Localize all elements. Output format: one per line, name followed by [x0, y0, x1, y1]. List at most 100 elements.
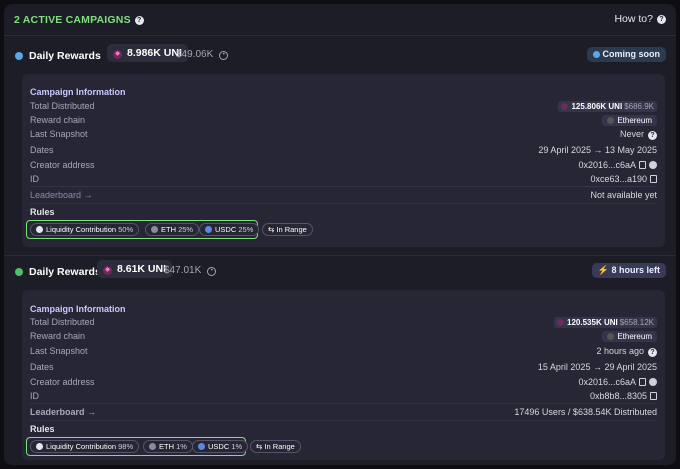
- row-label: Creator address: [30, 160, 95, 170]
- uni-token-icon: ◆: [103, 266, 112, 275]
- info-icon[interactable]: •: [207, 267, 217, 276]
- last-snapshot-value: 2 hours ago?: [596, 346, 657, 357]
- campaigns-header: 2 ACTIVE CAMPAIGNS? How to??: [4, 4, 676, 36]
- rule-chip-liquidity: Liquidity Contribution 50%: [30, 223, 140, 236]
- leaderboard-link[interactable]: Leaderboard →: [30, 190, 93, 200]
- reward-amount: 8.986K UNI: [127, 47, 182, 59]
- section-divider: [4, 255, 676, 256]
- creator-row: Creator address 0x2016...c6aA: [30, 377, 657, 390]
- status-badge: ⚡ 8 hours left: [591, 263, 666, 278]
- copy-icon[interactable]: [650, 175, 657, 183]
- leaderboard-link[interactable]: Leaderboard →: [30, 407, 96, 417]
- leaderboard-value: 17496 Users / $638.54K Distributed: [514, 407, 657, 417]
- creator-address: 0x2016...c6aA: [578, 377, 636, 387]
- rules-title: Rules: [30, 207, 55, 217]
- rule-pct: 25%: [238, 225, 254, 234]
- campaign-header[interactable]: Daily Rewards ◆ 8.986K UNI $49.06K • Comin…: [4, 41, 676, 71]
- rule-pct: 98%: [118, 442, 134, 451]
- rule-label: ETH: [161, 225, 176, 234]
- rules-row: Liquidity Contribution 50% ETH 25% USDC …: [26, 220, 326, 239]
- liquidity-icon: [36, 226, 43, 233]
- id-value: 0xb8b8...8305: [590, 391, 657, 401]
- active-campaigns-label: 2 ACTIVE CAMPAIGNS: [14, 14, 131, 26]
- row-label: Creator address: [30, 377, 95, 387]
- reward-usd: $49.06K: [176, 49, 214, 60]
- campaign-title: Daily Rewards: [29, 50, 101, 62]
- total-distributed-pill: 120.535K UNI $658.12K: [554, 317, 657, 328]
- help-icon[interactable]: ?: [648, 131, 657, 140]
- row-label: Dates: [30, 145, 54, 155]
- campaign-card: Daily Rewards ◆ 8.986K UNI $49.06K • Comin…: [4, 41, 676, 251]
- total-distributed-row: Total Distributed 125.806K UNI $686.9K: [30, 101, 657, 114]
- total-distributed-value: 120.535K UNI $658.12K: [554, 317, 657, 328]
- status-label: Coming soon: [602, 49, 661, 59]
- leaderboard-row: Leaderboard → 17496 Users / $638.54K Dis…: [30, 407, 657, 420]
- in-range-label: In Range: [276, 225, 307, 234]
- reward-amount: 8.61K UNI: [117, 263, 167, 275]
- rule-chip-eth: ETH 1%: [143, 440, 193, 453]
- reward-chain-value: Ethereum: [602, 331, 657, 342]
- leaderboard-row: Leaderboard → Not available yet: [30, 190, 657, 203]
- row-label: Total Distributed: [30, 317, 95, 327]
- how-to-label: How to?: [614, 13, 653, 25]
- row-label: Dates: [30, 362, 54, 372]
- rule-label: USDC: [215, 225, 237, 234]
- help-icon[interactable]: ?: [648, 348, 657, 357]
- last-snapshot: 2 hours ago: [596, 346, 644, 356]
- copy-icon[interactable]: [639, 161, 646, 169]
- campaign-info-panel: Campaign Information Total Distributed 1…: [22, 290, 665, 460]
- uni-token-icon: ◆: [113, 50, 122, 59]
- copy-icon[interactable]: [650, 392, 657, 400]
- campaign-header[interactable]: Daily Rewards ◆ 8.61K UNI $47.01K • ⚡ 8 ho…: [4, 257, 676, 287]
- creator-row: Creator address 0x2016...c6aA: [30, 160, 657, 173]
- leaderboard-value: Not available yet: [590, 190, 657, 200]
- in-range-chip: ⇆ In Range: [262, 223, 313, 236]
- help-icon: ?: [657, 15, 666, 24]
- ethereum-icon: [607, 117, 615, 124]
- rule-chip-liquidity: Liquidity Contribution 98%: [30, 440, 140, 453]
- in-range-label: In Range: [264, 442, 295, 451]
- campaign-info-title: Campaign Information: [30, 87, 126, 97]
- chain-name: Ethereum: [617, 116, 652, 125]
- chain-name: Ethereum: [617, 332, 652, 341]
- creator-value: 0x2016...c6aA: [578, 160, 657, 170]
- total-distributed-amount: 120.535K UNI: [567, 318, 618, 327]
- reward-usd-value: $47.01K •: [164, 265, 217, 276]
- ethereum-icon: [151, 226, 158, 233]
- rule-pct: 1%: [231, 442, 243, 451]
- rules-row: Liquidity Contribution 98% ETH 1% USDC 1…: [26, 437, 326, 456]
- clock-icon: [592, 51, 600, 58]
- info-icon[interactable]: •: [219, 51, 229, 60]
- campaign-dates: 15 April 2025 → 29 April 2025: [537, 362, 657, 372]
- total-distributed-row: Total Distributed 120.535K UNI $658.12K: [30, 317, 657, 330]
- how-to-link[interactable]: How to??: [614, 13, 666, 25]
- last-snapshot: Never: [619, 129, 644, 139]
- status-dot: [15, 52, 23, 60]
- in-range-chip: ⇆ In Range: [250, 440, 301, 453]
- last-snapshot-row: Last Snapshot 2 hours ago?: [30, 346, 657, 359]
- row-label: ID: [30, 391, 39, 401]
- rule-chip-usdc: USDC 1%: [192, 440, 249, 453]
- status-dot: [15, 268, 23, 276]
- usdc-icon: [198, 443, 205, 450]
- total-distributed-pill: 125.806K UNI $686.9K: [558, 101, 657, 112]
- ethereum-icon: [149, 443, 156, 450]
- campaigns-panel: 2 ACTIVE CAMPAIGNS? How to?? Daily Rewar…: [4, 4, 676, 465]
- help-icon[interactable]: ?: [134, 16, 144, 25]
- rule-pct: 25%: [178, 225, 194, 234]
- row-label: ID: [30, 174, 39, 184]
- id-value: 0xce63...a190: [590, 174, 657, 184]
- explorer-icon[interactable]: [649, 378, 657, 386]
- usdc-icon: [205, 226, 212, 233]
- dates-row: Dates 29 April 2025 → 13 May 2025: [30, 145, 657, 158]
- uni-token-icon: [561, 103, 569, 110]
- row-label: Last Snapshot: [30, 346, 88, 356]
- divider: [30, 203, 657, 204]
- copy-icon[interactable]: [639, 378, 646, 386]
- explorer-icon[interactable]: [649, 161, 657, 169]
- reward-amount-pill: ◆ 8.61K UNI: [97, 260, 173, 278]
- rule-label: Liquidity Contribution: [46, 442, 117, 451]
- campaign-title: Daily Rewards: [29, 266, 101, 278]
- lightning-icon: ⚡: [597, 265, 612, 275]
- status-badge: Coming soon: [586, 47, 666, 62]
